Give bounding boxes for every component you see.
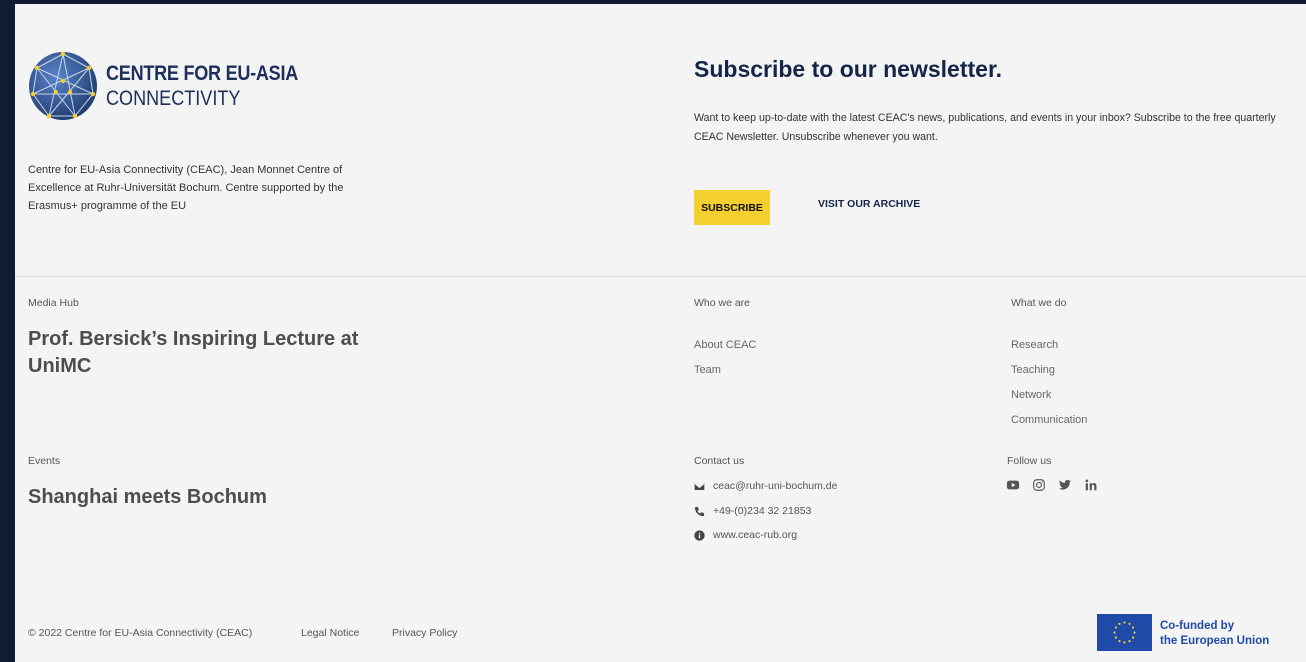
media-hub-headline[interactable]: Prof. Bersick’s Inspiring Lecture at Uni… [28, 326, 373, 380]
eu-flag-icon [1097, 614, 1152, 651]
brand-description: Centre for EU-Asia Connectivity (CEAC), … [28, 164, 344, 212]
footer-page: CENTRE FOR EU-ASIA CONNECTIVITY Centre f… [15, 4, 1306, 662]
subscribe-button[interactable]: SUBSCRIBE [694, 190, 770, 225]
contact-email[interactable]: ceac@ruhr-uni-bochum.de [713, 480, 837, 492]
privacy-policy-link[interactable]: Privacy Policy [392, 627, 457, 639]
contact-phone[interactable]: +49-(0)234 32 21853 [713, 505, 811, 517]
linkedin-icon[interactable] [1084, 478, 1098, 492]
contact-phone-row[interactable]: +49-(0)234 32 21853 [694, 505, 811, 517]
nav-link-about-ceac[interactable]: About CEAC [694, 339, 756, 351]
who-we-are-label: Who we are [694, 297, 751, 309]
newsletter-title: Subscribe to our newsletter. [694, 56, 1003, 82]
twitter-icon[interactable] [1058, 478, 1072, 492]
nav-link-communication[interactable]: Communication [1011, 414, 1087, 426]
brand-title-line1: CENTRE FOR EU-ASIA [106, 62, 299, 85]
nav-link-network[interactable]: Network [1011, 389, 1051, 401]
contact-website-row[interactable]: www.ceac-rub.org [694, 529, 797, 541]
nav-link-research[interactable]: Research [1011, 339, 1058, 351]
what-we-do-label: What we do [1011, 297, 1067, 309]
follow-us-label: Follow us [1007, 455, 1052, 467]
media-hub-label: Media Hub [28, 297, 79, 309]
brand-title-line2: CONNECTIVITY [106, 87, 241, 110]
envelope-icon [694, 482, 705, 490]
nav-link-teaching[interactable]: Teaching [1011, 364, 1055, 376]
events-label: Events [28, 455, 61, 467]
contact-website[interactable]: www.ceac-rub.org [713, 529, 797, 541]
events-headline[interactable]: Shanghai meets Bochum [28, 484, 267, 511]
eu-line2: the European Union [1160, 635, 1270, 647]
visit-archive-link[interactable]: VISIT OUR ARCHIVE [818, 198, 920, 210]
ceac-globe-logo[interactable] [27, 50, 99, 122]
info-icon [694, 529, 705, 541]
section-divider [15, 276, 1306, 277]
social-icons [1006, 478, 1098, 492]
nav-link-team[interactable]: Team [694, 364, 721, 376]
eu-cofunded-text: Co-funded by the European Union [1160, 619, 1269, 649]
youtube-icon[interactable] [1006, 478, 1020, 492]
instagram-icon[interactable] [1032, 478, 1046, 492]
newsletter-text: Want to keep up-to-date with the latest … [694, 112, 1276, 143]
legal-notice-link[interactable]: Legal Notice [301, 627, 359, 639]
copyright-text: © 2022 Centre for EU-Asia Connectivity (… [28, 627, 253, 639]
phone-icon [694, 506, 705, 516]
contact-label: Contact us [694, 455, 745, 467]
contact-email-row[interactable]: ceac@ruhr-uni-bochum.de [694, 480, 837, 492]
eu-line1: Co-funded by [1160, 620, 1235, 632]
